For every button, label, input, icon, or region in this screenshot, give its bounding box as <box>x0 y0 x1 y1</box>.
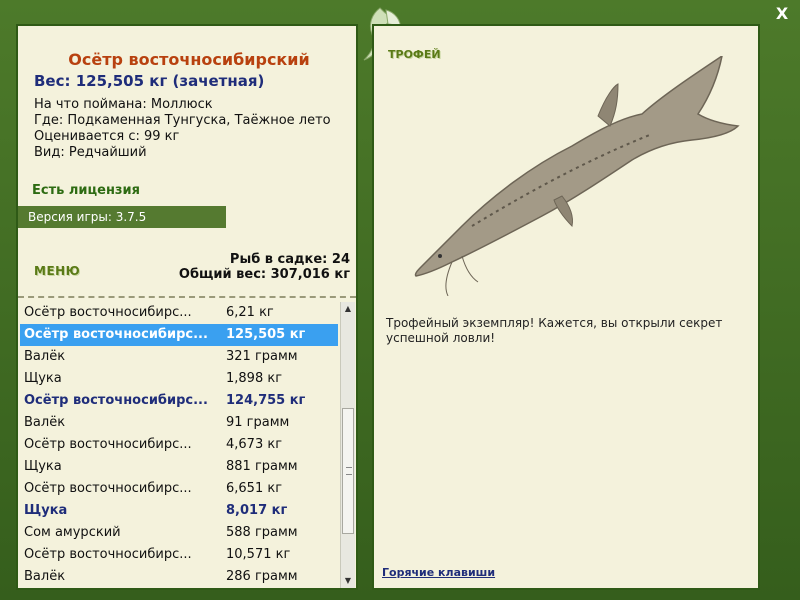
list-item-weight: 91 грамм <box>226 415 290 430</box>
cage-stats: Рыб в садке: 24 Общий вес: 307,016 кг <box>179 252 350 282</box>
list-item[interactable]: Щука 881 грамм <box>20 456 338 478</box>
grip-icon <box>346 467 352 475</box>
hotkeys-link[interactable]: Горячие клавиши <box>382 566 495 579</box>
close-button[interactable]: X <box>772 4 792 24</box>
caught-on-text: На что поймана: Моллюск <box>34 97 213 112</box>
sturgeon-image <box>414 56 740 296</box>
list-item[interactable]: Щука 1,898 кг <box>20 368 338 390</box>
list-item-name: Сом амурский <box>24 525 121 540</box>
location-text: Где: Подкаменная Тунгуска, Таёжное лето <box>34 113 331 128</box>
list-item-name: Осётр восточносибирс... <box>24 481 192 496</box>
list-item-name: Осётр восточносибирс... <box>24 393 208 408</box>
list-item[interactable]: Валёк 91 грамм <box>20 412 338 434</box>
fish-title: Осётр восточносибирский <box>68 50 310 69</box>
list-item-name: Щука <box>24 503 68 518</box>
list-item[interactable]: Осётр восточносибирс... 4,673 кг <box>20 434 338 456</box>
list-item[interactable]: Осётр восточносибирс... 125,505 кг <box>20 324 338 346</box>
license-status: Есть лицензия <box>32 183 140 198</box>
fish-weight: Вес: 125,505 кг (зачетная) <box>34 72 265 90</box>
list-item[interactable]: Осётр восточносибирс... 10,571 кг <box>20 544 338 566</box>
fish-in-cage-count: Рыб в садке: 24 <box>229 252 350 267</box>
game-version-bar: Версия игры: 3.7.5 <box>18 206 226 228</box>
list-item-name: Осётр восточносибирс... <box>24 305 192 320</box>
list-item-name: Щука <box>24 371 62 386</box>
list-item[interactable]: Осётр восточносибирс... 6,21 кг <box>20 302 338 324</box>
list-item-weight: 124,755 кг <box>226 393 306 408</box>
fish-details: На что поймана: Моллюск Где: Подкаменная… <box>34 97 331 161</box>
scroll-up-arrow-icon[interactable]: ▲ <box>341 302 355 316</box>
list-item[interactable]: Валёк 286 грамм <box>20 566 338 588</box>
kind-text: Вид: Редчайший <box>34 145 147 160</box>
list-item-weight: 321 грамм <box>226 349 298 364</box>
catch-list-scrollbar[interactable]: ▲ ▼ <box>340 302 355 588</box>
valued-from-text: Оценивается с: 99 кг <box>34 129 180 144</box>
list-item[interactable]: Валёк 321 грамм <box>20 346 338 368</box>
menu-button[interactable]: МЕНЮ <box>34 264 80 278</box>
trophy-description: Трофейный экземпляр! Кажется, вы открыли… <box>386 316 723 345</box>
trophy-panel: ТРОФЕЙ Трофейный экземпляр! Кажется, вы … <box>372 24 760 590</box>
list-item[interactable]: Осётр восточносибирс... 6,651 кг <box>20 478 338 500</box>
catch-list[interactable]: Осётр восточносибирс... 6,21 кг Осётр вост… <box>20 302 338 588</box>
list-item-weight: 125,505 кг <box>226 327 306 342</box>
list-item-weight: 6,21 кг <box>226 305 274 320</box>
list-item-name: Валёк <box>24 569 66 584</box>
list-item-weight: 6,651 кг <box>226 481 283 496</box>
total-weight: Общий вес: 307,016 кг <box>178 267 350 282</box>
list-item-name: Осётр восточносибирс... <box>24 327 208 342</box>
list-item-name: Валёк <box>24 415 66 430</box>
list-item-name: Валёк <box>24 349 66 364</box>
scroll-down-arrow-icon[interactable]: ▼ <box>341 574 355 588</box>
list-item-name: Щука <box>24 459 62 474</box>
list-item-weight: 286 грамм <box>226 569 298 584</box>
list-item-weight: 1,898 кг <box>226 371 283 386</box>
list-item[interactable]: Сом амурский 588 грамм <box>20 522 338 544</box>
list-item-name: Осётр восточносибирс... <box>24 547 192 562</box>
list-item-weight: 8,017 кг <box>226 503 288 518</box>
list-item-weight: 4,673 кг <box>226 437 283 452</box>
scroll-thumb[interactable] <box>342 408 354 534</box>
divider <box>18 296 356 298</box>
list-item-weight: 10,571 кг <box>226 547 291 562</box>
list-item-name: Осётр восточносибирс... <box>24 437 192 452</box>
list-item[interactable]: Щука 8,017 кг <box>20 500 338 522</box>
fish-info-panel: Осётр восточносибирский Вес: 125,505 кг … <box>16 24 358 590</box>
list-item[interactable]: Осётр восточносибирс... 124,755 кг <box>20 390 338 412</box>
list-item-weight: 588 грамм <box>226 525 298 540</box>
list-item-weight: 881 грамм <box>226 459 298 474</box>
